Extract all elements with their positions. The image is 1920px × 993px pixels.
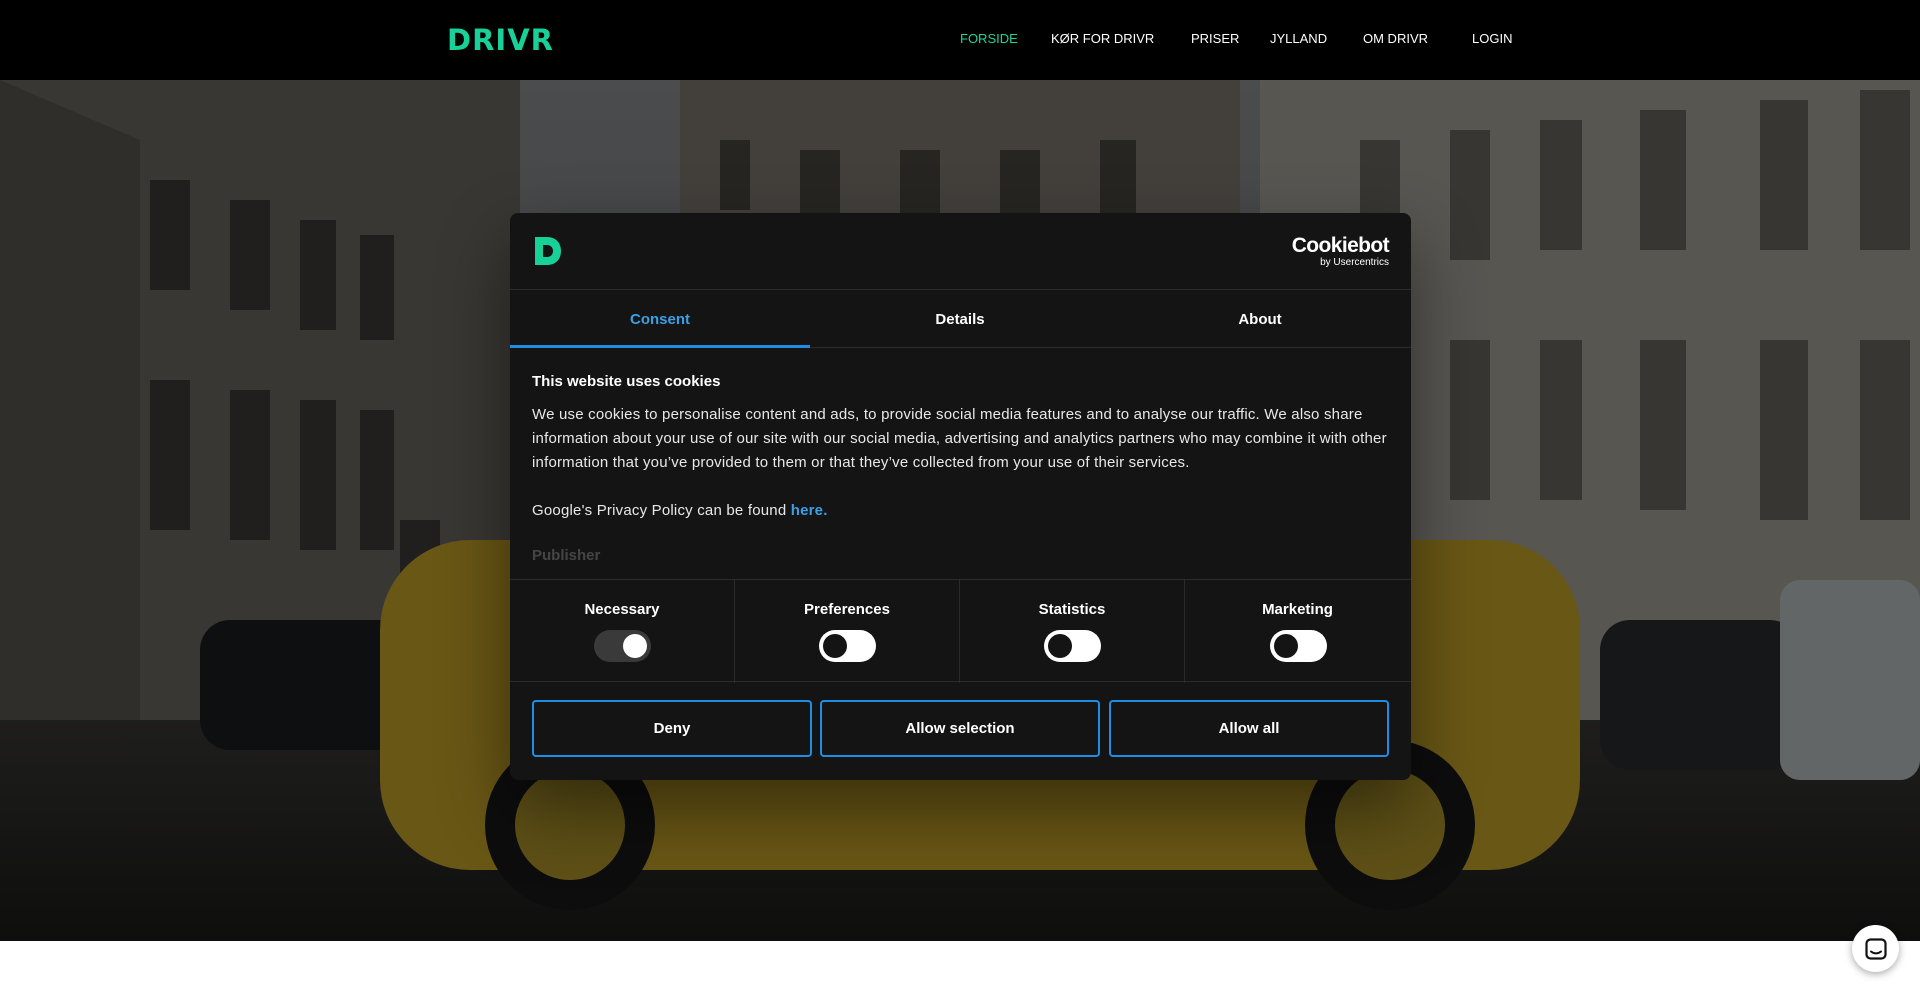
consent-body: This website uses cookies We use cookies… xyxy=(532,373,1392,565)
privacy-policy-line: Google's Privacy Policy can be found her… xyxy=(532,499,1392,523)
site-header: DRIVR FORSIDE KØR FOR DRIVR PRISER JYLLA… xyxy=(0,0,1920,80)
toggle-label-statistics: Statistics xyxy=(1038,601,1106,618)
consent-description: We use cookies to personalise content an… xyxy=(532,406,1387,471)
tab-about[interactable]: About xyxy=(1110,290,1410,348)
cookiebot-logo-subtext: by Usercentrics xyxy=(1320,257,1389,268)
toggle-knob xyxy=(823,634,847,658)
main-nav: FORSIDE KØR FOR DRIVR PRISER JYLLAND OM … xyxy=(0,0,1920,80)
dialog-tabs: Consent Details About xyxy=(510,290,1411,348)
deny-button[interactable]: Deny xyxy=(532,700,812,757)
nav-forside[interactable]: FORSIDE xyxy=(960,31,1018,47)
preferences-toggle[interactable] xyxy=(819,630,876,662)
dialog-header: Cookiebot by Usercentrics xyxy=(510,213,1411,290)
tab-details[interactable]: Details xyxy=(810,290,1110,348)
nav-koer-for-drivr[interactable]: KØR FOR DRIVR xyxy=(1051,31,1154,47)
chat-launcher-button[interactable] xyxy=(1852,925,1899,972)
page-content-below-hero xyxy=(0,941,1920,993)
cookiebot-logo-text: Cookiebot xyxy=(1291,234,1390,257)
toggle-group-preferences: Preferences xyxy=(735,580,960,683)
nav-jylland[interactable]: JYLLAND xyxy=(1270,31,1327,47)
privacy-policy-link[interactable]: here. xyxy=(791,502,828,519)
toggle-group-statistics: Statistics xyxy=(960,580,1185,683)
toggle-knob xyxy=(623,634,647,658)
nav-om-drivr[interactable]: OM DRIVR xyxy=(1363,31,1428,47)
toggle-label-marketing: Marketing xyxy=(1262,601,1333,618)
nav-priser[interactable]: PRISER xyxy=(1191,31,1239,47)
toggle-group-necessary: Necessary xyxy=(510,580,735,683)
allow-selection-button[interactable]: Allow selection xyxy=(820,700,1100,757)
toggle-label-preferences: Preferences xyxy=(804,601,890,618)
consent-toggles: Necessary Preferences Statistics Marketi… xyxy=(510,579,1411,683)
toggle-knob xyxy=(1273,634,1298,658)
marketing-toggle[interactable] xyxy=(1269,630,1327,662)
toggle-group-marketing: Marketing xyxy=(1185,580,1410,683)
drivr-d-icon xyxy=(535,237,561,265)
consent-title: This website uses cookies xyxy=(532,373,721,390)
nav-login[interactable]: LOGIN xyxy=(1472,31,1512,47)
toggle-label-necessary: Necessary xyxy=(584,601,660,618)
toggle-knob xyxy=(1048,634,1072,658)
necessary-toggle[interactable] xyxy=(594,630,651,662)
publisher-heading: Publisher xyxy=(532,547,601,564)
active-tab-indicator xyxy=(510,345,810,348)
cookiebot-logo[interactable]: Cookiebot by Usercentrics xyxy=(1291,234,1390,269)
privacy-policy-text: Google's Privacy Policy can be found xyxy=(532,502,791,519)
tab-consent[interactable]: Consent xyxy=(510,290,810,348)
statistics-toggle[interactable] xyxy=(1044,630,1101,662)
consent-buttons: Deny Allow selection Allow all xyxy=(532,700,1389,757)
chat-bubble-icon xyxy=(1864,937,1887,960)
allow-all-button[interactable]: Allow all xyxy=(1109,700,1389,757)
cookie-consent-dialog: Cookiebot by Usercentrics Consent Detail… xyxy=(510,213,1411,780)
